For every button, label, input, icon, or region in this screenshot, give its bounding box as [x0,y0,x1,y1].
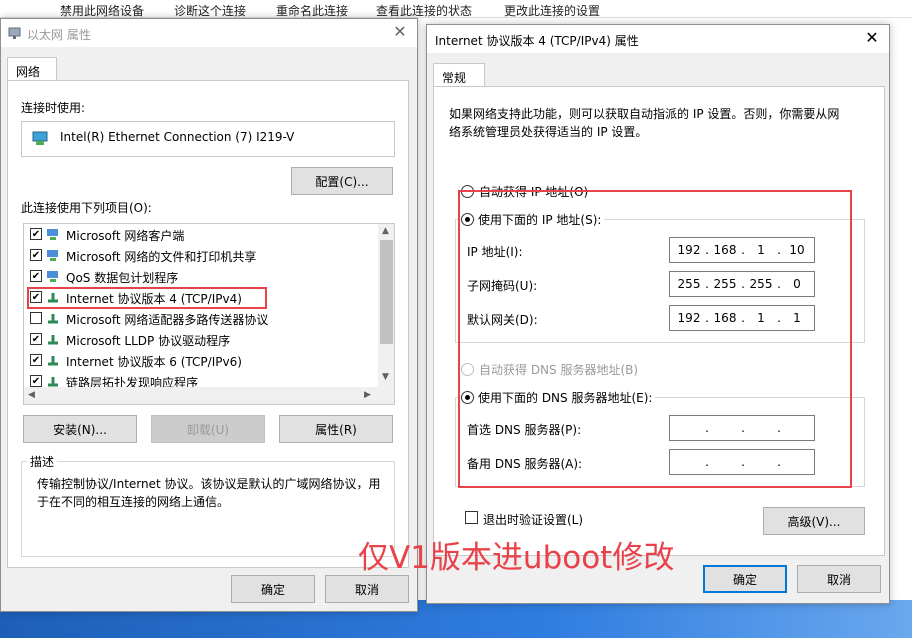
service-icon [47,271,58,282]
ok-button[interactable]: 确定 [231,575,315,603]
scroll-thumb[interactable] [380,240,393,344]
annotation-text: 仅V1版本进uboot修改 [358,540,675,576]
rename-link[interactable]: 重命名此连接 [276,2,348,19]
ok-button[interactable]: 确定 [703,565,787,593]
view-status-link[interactable]: 查看此连接的状态 [376,2,472,19]
cancel-button[interactable]: 取消 [797,565,881,593]
connect-using-label: 连接时使用: [21,101,86,115]
network-adapter-icon [8,27,21,39]
item-label: Internet 协议版本 6 (TCP/IPv6) [66,355,242,369]
adapter-name: Intel(R) Ethernet Connection (7) I219-V [60,130,295,144]
list-item[interactable]: Microsoft 网络的文件和打印机共享 [24,245,376,266]
description-line-2: 于在不同的相互连接的网络上通信。 [37,495,230,509]
ethernet-adapter-icon [32,131,48,145]
network-client-icon [47,229,58,240]
advanced-button[interactable]: 高级(V)... [763,507,865,535]
item-checkbox[interactable] [30,228,42,240]
ipv4-highlight-box [27,287,267,309]
close-icon[interactable]: ✕ [391,23,409,41]
tab-general[interactable]: 常规 [433,63,485,87]
item-checkbox[interactable] [30,270,42,282]
list-item[interactable]: Microsoft 网络适配器多路传送器协议 [24,308,376,329]
scroll-up-icon[interactable]: ▲ [382,226,389,236]
item-checkbox[interactable] [30,333,42,345]
scroll-left-icon[interactable]: ◀ [28,390,35,400]
tab-network[interactable]: 网络 [7,57,57,81]
window-title: Internet 协议版本 4 (TCP/IPv4) 属性 [435,34,639,48]
configure-button[interactable]: 配置(C)... [291,167,393,195]
protocol-icon [48,356,58,366]
network-client-icon [47,250,58,261]
components-list[interactable]: Microsoft 网络客户端 Microsoft 网络的文件和打印机共享 Qo… [23,223,395,405]
diagnose-link[interactable]: 诊断这个连接 [174,2,246,19]
title-bar: Internet 协议版本 4 (TCP/IPv4) 属性 ✕ [427,25,889,53]
change-settings-link[interactable]: 更改此连接的设置 [504,2,600,19]
scroll-down-icon[interactable]: ▼ [382,372,389,382]
validate-on-exit-checkbox[interactable] [465,511,478,524]
protocol-icon [48,314,58,324]
item-checkbox[interactable] [30,354,42,366]
intro-line-2: 络系统管理员处获得适当的 IP 设置。 [449,125,648,139]
vertical-scrollbar[interactable]: ▲ ▼ [378,224,394,387]
item-checkbox[interactable] [30,312,42,324]
list-item[interactable]: Microsoft LLDP 协议驱动程序 [24,329,376,350]
item-checkbox[interactable] [30,375,42,387]
adapter-field: Intel(R) Ethernet Connection (7) I219-V [21,121,395,157]
horizontal-scrollbar[interactable]: ◀ ▶ [24,387,394,404]
item-label: Microsoft LLDP 协议驱动程序 [66,334,231,348]
title-bar: 以太网 属性 ✕ [1,19,417,47]
description-line-1: 传输控制协议/Internet 协议。该协议是默认的广域网络协议，用 [37,477,381,491]
close-icon[interactable]: ✕ [863,29,881,47]
list-item[interactable]: QoS 数据包计划程序 [24,266,376,287]
validate-on-exit-label: 退出时验证设置(L) [483,513,584,527]
background-command-bar: 禁用此网络设备 诊断这个连接 重命名此连接 查看此连接的状态 更改此连接的设置 [0,0,912,18]
item-label: Microsoft 网络适配器多路传送器协议 [66,313,269,327]
protocol-icon [48,335,58,345]
item-label: Microsoft 网络的文件和打印机共享 [66,250,257,264]
item-label: Microsoft 网络客户端 [66,229,185,243]
ethernet-properties-window: 以太网 属性 ✕ 网络 连接时使用: Intel(R) Ethernet Con… [0,18,418,612]
disable-device-link[interactable]: 禁用此网络设备 [60,2,144,19]
uninstall-button[interactable]: 卸载(U) [151,415,265,443]
item-label: QoS 数据包计划程序 [66,271,179,285]
install-button[interactable]: 安装(N)... [23,415,137,443]
item-checkbox[interactable] [30,249,42,261]
scroll-right-icon[interactable]: ▶ [364,390,371,400]
protocol-icon [48,377,58,387]
static-settings-highlight-box [458,190,852,488]
description-title: 描述 [27,453,58,470]
list-item[interactable]: Microsoft 网络客户端 [24,224,376,245]
properties-button[interactable]: 属性(R) [279,415,393,443]
cancel-button[interactable]: 取消 [325,575,409,603]
window-title: 以太网 属性 [27,28,91,42]
items-label: 此连接使用下列项目(O): [21,201,152,215]
intro-line-1: 如果网络支持此功能，则可以获取自动指派的 IP 设置。否则，你需要从网 [449,107,840,121]
list-item[interactable]: Internet 协议版本 6 (TCP/IPv6) [24,350,376,371]
